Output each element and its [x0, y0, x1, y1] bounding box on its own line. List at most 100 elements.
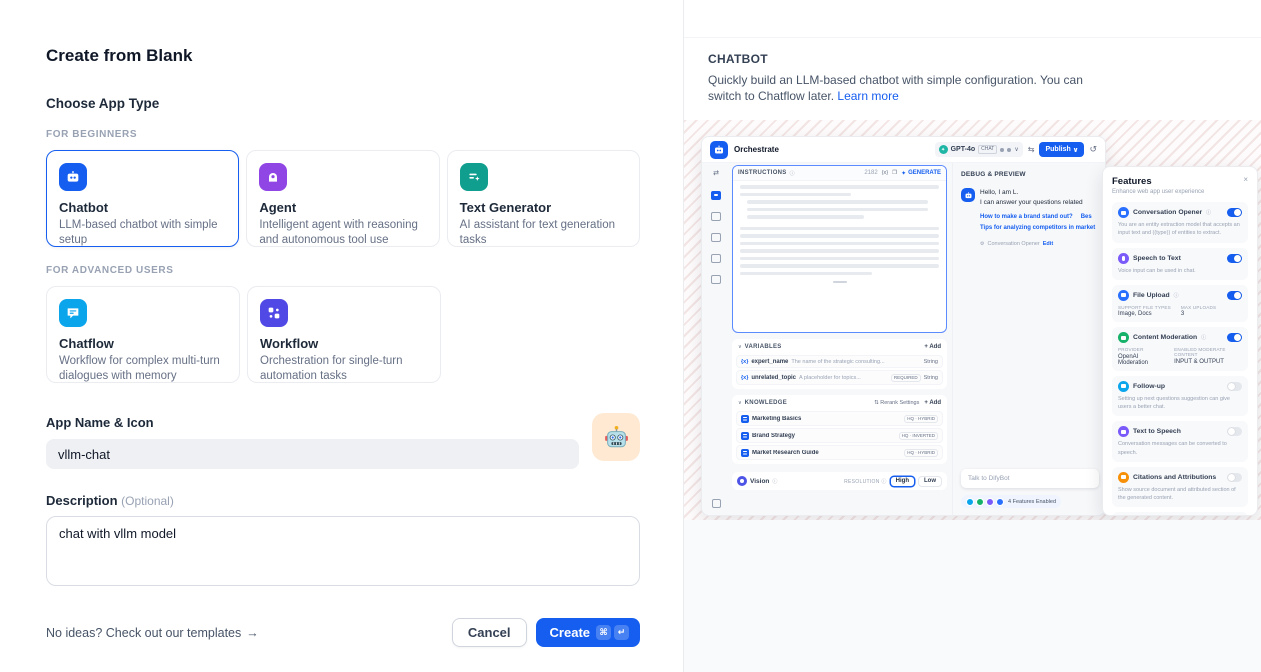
gear-icon: ⚙ [980, 241, 984, 247]
description-textarea[interactable]: chat with vllm model [46, 516, 640, 586]
learn-more-link[interactable]: Learn more [837, 89, 898, 103]
preview-description: Quickly build an LLM-based chatbot with … [708, 72, 1090, 104]
chevron-down-icon: ∨ [1073, 146, 1079, 154]
app-type-card-workflow[interactable]: Workflow Orchestration for single-turn a… [247, 286, 441, 383]
bot-avatar [961, 188, 975, 202]
description-label-text: Description [46, 493, 118, 508]
create-app-screen: Create from Blank Choose App Type FOR BE… [0, 0, 1261, 672]
folder-icon [1118, 290, 1129, 301]
preview-topbar: Orchestrate ✦ GPT-4o CHAT ∨ ⇆ Publish [702, 137, 1105, 163]
feature-speech-to-text: Speech to Text Voice input can be used i… [1112, 248, 1248, 280]
bot-greeting-line1: Hello, I am L. [980, 188, 1105, 198]
choose-app-type-label: Choose App Type [46, 96, 640, 111]
app-avatar-icon [710, 141, 728, 159]
card-title: Chatflow [59, 336, 227, 351]
sidebar-icon-annotations [711, 254, 721, 263]
sidebar-icon-logs [711, 233, 721, 242]
chat-input: Talk to DifyBot [961, 469, 1099, 488]
variables-label: VARIABLES [745, 344, 782, 350]
feature-name: Conversation Opener [1133, 209, 1202, 216]
model-settings-icon: ⇆ [1028, 145, 1035, 154]
create-app-dialog: Create from Blank Choose App Type FOR BE… [0, 0, 683, 672]
feature-dot-icon [966, 498, 974, 506]
feature-col-value: Image, Docs [1118, 311, 1171, 317]
templates-link[interactable]: No ideas? Check out our templates → [46, 626, 259, 640]
conversation-opener-icon [1118, 207, 1129, 218]
features-subtitle: Enhance web app user experience [1112, 189, 1248, 195]
resolution-high-chip: High [890, 476, 915, 487]
features-panel-preview: Features × Enhance web app user experien… [1102, 166, 1258, 516]
feature-annotation-reply: Annotation Reply [1112, 512, 1248, 516]
instructions-label: INSTRUCTIONS [738, 170, 787, 176]
app-name-label: App Name & Icon [46, 415, 579, 430]
suggested-question: Tips for analyzing competitors in market [980, 223, 1095, 233]
close-icon: × [1243, 176, 1248, 184]
debug-preview-header: DEBUG & PREVIEW [953, 163, 1105, 184]
variable-type: String [924, 375, 938, 381]
document-icon [741, 415, 749, 423]
create-button[interactable]: Create ⌘ ↵ [536, 618, 640, 647]
feature-name: Text to Speech [1133, 428, 1181, 435]
feature-col-label: SUPPORT FILE TYPES [1118, 305, 1171, 310]
knowledge-name: Brand Strategy [752, 433, 896, 439]
knowledge-row: Marketing Basics HQ · HYBRID [736, 411, 943, 426]
knowledge-name: Market Research Guide [752, 450, 901, 456]
resolution-label-text: RESOLUTION [844, 479, 880, 485]
feature-col-label: PROVIDER [1118, 347, 1164, 352]
app-type-card-text-generator[interactable]: Text Generator AI assistant for text gen… [447, 150, 640, 247]
feature-dot-icon [976, 498, 984, 506]
cancel-button[interactable]: Cancel [452, 618, 527, 647]
feature-col-value: INPUT & OUTPUT [1174, 359, 1242, 365]
app-name-input[interactable] [46, 439, 579, 469]
app-type-preview-pane: CHATBOT Quickly build an LLM-based chatb… [683, 0, 1261, 672]
preview-heading: CHATBOT [708, 52, 1237, 66]
card-description: Orchestration for single-turn automation… [260, 354, 428, 384]
vision-eye-icon [737, 476, 747, 486]
app-name-row: App Name & Icon [46, 415, 640, 469]
feature-text-to-speech: Text to Speech Conversation messages can… [1112, 421, 1248, 462]
feature-col-value: OpenAI Moderation [1118, 354, 1164, 366]
app-type-card-agent[interactable]: Agent Intelligent agent with reasoning a… [246, 150, 439, 247]
generate-button: ✦ GENERATE [901, 170, 941, 177]
resolution-low-chip: Low [918, 476, 942, 487]
card-description: Workflow for complex multi-turn dialogue… [59, 354, 227, 384]
model-selector: ✦ GPT-4o CHAT ∨ [935, 142, 1023, 157]
card-title: Text Generator [460, 200, 627, 215]
knowledge-row: Brand Strategy HQ · INVERTED [736, 428, 943, 443]
suggested-question: How to make a brand stand out? [980, 212, 1073, 222]
microphone-icon [1118, 253, 1129, 264]
vision-setting-bar: Vision ⓘ RESOLUTION ⓘ High Low [732, 472, 947, 490]
feature-content-moderation: Content Moderation ⓘ PROVIDER OpenAI Mod… [1112, 327, 1248, 371]
enter-key-icon: ↵ [614, 625, 629, 640]
card-title: Chatbot [59, 200, 226, 215]
app-type-card-chatbot[interactable]: Chatbot LLM-based chatbot with simple se… [46, 150, 239, 247]
knowledge-name: Marketing Basics [752, 416, 901, 422]
feature-col-value: 3 [1181, 311, 1216, 317]
info-icon: ⓘ [1174, 292, 1179, 299]
templates-link-text: No ideas? Check out our templates [46, 626, 241, 640]
app-type-card-chatflow[interactable]: Chatflow Workflow for complex multi-turn… [46, 286, 240, 383]
description-label: Description (Optional) [46, 493, 640, 508]
preview-info: CHATBOT Quickly build an LLM-based chatb… [684, 38, 1261, 120]
generate-label: GENERATE [908, 170, 941, 176]
toggle-on [1227, 333, 1242, 342]
feature-description: Setting up next questions suggestion can… [1118, 395, 1242, 412]
knowledge-row: Market Research Guide HQ · HYBRID [736, 445, 943, 460]
preview-editor-column: INSTRUCTIONS ⓘ 2182 {x} ❐ ✦ GENERATE [730, 163, 952, 516]
preview-app-title: Orchestrate [734, 145, 779, 154]
info-icon: ⓘ [772, 478, 777, 485]
required-badge: REQUIRED [891, 374, 921, 382]
orchestrate-preview-image: Orchestrate ✦ GPT-4o CHAT ∨ ⇆ Publish [701, 136, 1106, 516]
beginners-label: FOR BEGINNERS [46, 129, 640, 140]
resolution-label: RESOLUTION ⓘ [844, 478, 887, 485]
rerank-label: Rerank Settings [880, 400, 919, 406]
variable-name: unrelated_topic [751, 375, 796, 381]
feature-citations: Citations and Attributions Show source d… [1112, 467, 1248, 508]
app-icon-picker[interactable] [592, 413, 640, 461]
feature-follow-up: Follow-up Setting up next questions sugg… [1112, 376, 1248, 417]
advanced-cards-row: Chatflow Workflow for complex multi-turn… [46, 286, 640, 383]
rerank-icon: ⇅ [874, 400, 879, 406]
document-icon [741, 432, 749, 440]
chevron-down-icon: ∨ [738, 344, 742, 350]
citation-icon [1118, 472, 1129, 483]
